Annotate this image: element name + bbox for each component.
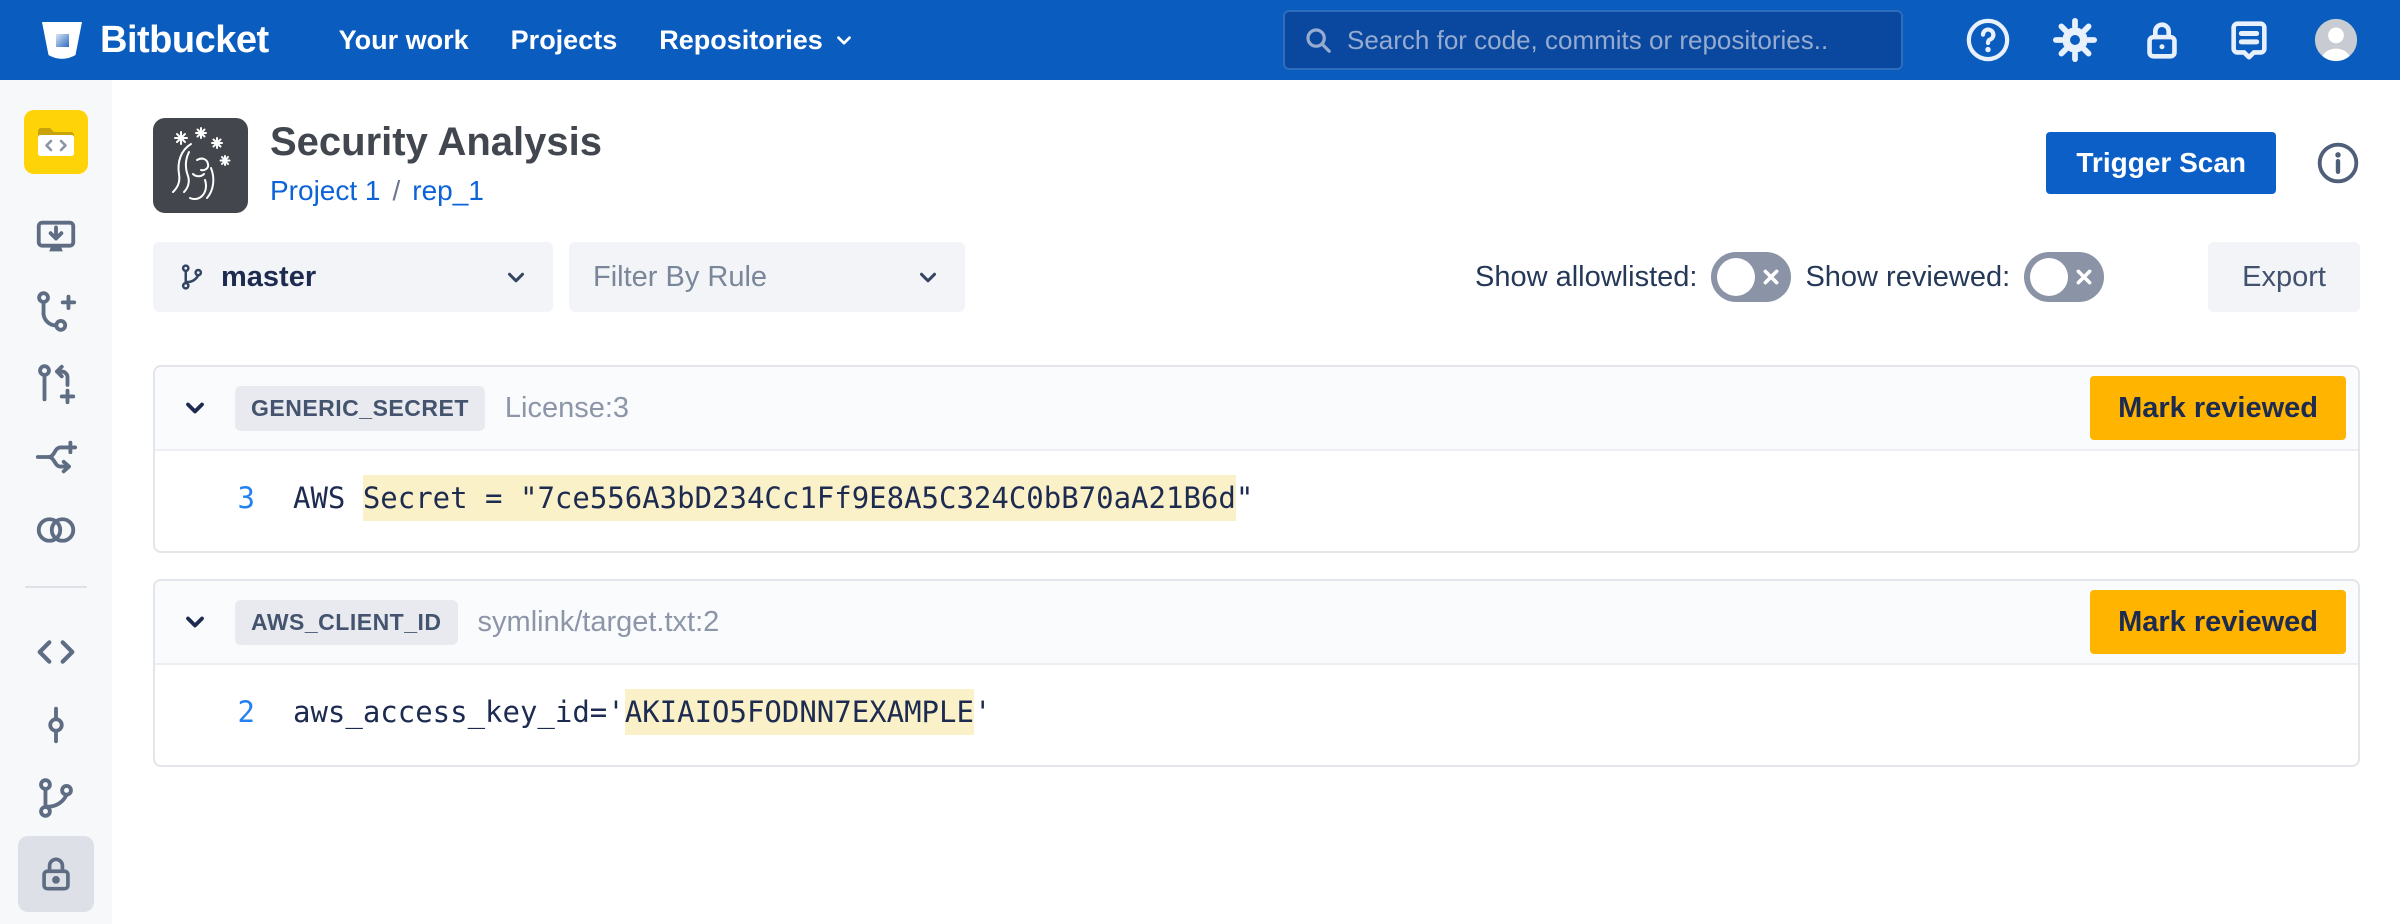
- forks-icon[interactable]: [32, 506, 80, 554]
- rule-filter-placeholder: Filter By Rule: [593, 261, 767, 294]
- finding-location: symlink/target.txt:2: [478, 606, 720, 639]
- info-icon[interactable]: [2316, 141, 2360, 185]
- export-button[interactable]: Export: [2208, 242, 2360, 312]
- branch-selected-value: master: [221, 261, 316, 294]
- show-allowlisted-label: Show allowlisted:: [1475, 261, 1697, 294]
- brand-name: Bitbucket: [100, 19, 269, 62]
- top-nav: Your work Projects Repositories: [339, 25, 855, 56]
- secret-highlight: AKIAIO5FODNN7EXAMPLE: [625, 689, 974, 735]
- chevron-down-icon: [833, 29, 855, 51]
- sidebar-item-security-selected[interactable]: [18, 836, 94, 912]
- compare-icon[interactable]: [32, 433, 80, 481]
- commits-icon[interactable]: [32, 701, 80, 749]
- topbar-actions: [1965, 17, 2359, 63]
- nav-repositories[interactable]: Repositories: [659, 25, 855, 56]
- page-title: Security Analysis: [270, 120, 602, 165]
- toggle-off-x-icon: [2075, 268, 2093, 286]
- breadcrumb: Project 1 / rep_1: [270, 175, 602, 207]
- nav-projects[interactable]: Projects: [511, 25, 618, 56]
- filter-toolbar: master Filter By Rule Show allowlisted: …: [153, 242, 2360, 312]
- help-icon[interactable]: [1965, 17, 2011, 63]
- search-input[interactable]: [1347, 25, 1883, 56]
- changelog-icon[interactable]: [2226, 17, 2272, 63]
- secret-highlight: Secret = "7ce556A3bD234Cc1Ff9E8A5C324C0b…: [363, 475, 1236, 521]
- finding-code-panel: 3 AWS Secret = "7ce556A3bD234Cc1Ff9E8A5C…: [155, 451, 2358, 551]
- code-text: aws_access_key_id='AKIAIO5FODNN7EXAMPLE': [293, 695, 991, 729]
- code-line: 2 aws_access_key_id='AKIAIO5FODNN7EXAMPL…: [155, 695, 2358, 729]
- bitbucket-bucket-icon: [40, 20, 84, 60]
- mark-reviewed-button[interactable]: Mark reviewed: [2090, 590, 2346, 654]
- show-allowlisted-toggle[interactable]: [1711, 252, 1791, 302]
- collapse-chevron-icon[interactable]: [181, 608, 209, 636]
- rule-filter-selector[interactable]: Filter By Rule: [569, 242, 965, 312]
- trigger-scan-button[interactable]: Trigger Scan: [2046, 132, 2276, 194]
- line-number[interactable]: 3: [155, 481, 255, 515]
- code-text: AWS Secret = "7ce556A3bD234Cc1Ff9E8A5C32…: [293, 481, 1253, 515]
- finding-card-header: AWS_CLIENT_ID symlink/target.txt:2 Mark …: [155, 581, 2358, 665]
- branch-icon: [177, 262, 207, 292]
- breadcrumb-project-link[interactable]: Project 1: [270, 175, 381, 207]
- rule-badge: GENERIC_SECRET: [235, 386, 485, 431]
- finding-card: AWS_CLIENT_ID symlink/target.txt:2 Mark …: [153, 579, 2360, 767]
- chevron-down-icon: [503, 264, 529, 290]
- create-pull-request-icon[interactable]: [32, 360, 80, 408]
- toggle-knob: [2030, 258, 2068, 296]
- mark-reviewed-button[interactable]: Mark reviewed: [2090, 376, 2346, 440]
- settings-gear-icon[interactable]: [2052, 17, 2098, 63]
- security-lock-icon: [34, 852, 78, 896]
- user-avatar[interactable]: [2313, 17, 2359, 63]
- line-number[interactable]: 2: [155, 695, 255, 729]
- source-code-icon[interactable]: [32, 628, 80, 676]
- finding-card-header: GENERIC_SECRET License:3 Mark reviewed: [155, 367, 2358, 451]
- show-reviewed-label: Show reviewed:: [1805, 261, 2010, 294]
- finding-card: GENERIC_SECRET License:3 Mark reviewed 3…: [153, 365, 2360, 553]
- security-analysis-page: Security Analysis Project 1 / rep_1 Trig…: [112, 80, 2400, 767]
- toggle-knob: [1717, 258, 1755, 296]
- page-header: Security Analysis Project 1 / rep_1 Trig…: [153, 118, 2360, 213]
- show-reviewed-toggle[interactable]: [2024, 252, 2104, 302]
- collapse-chevron-icon[interactable]: [181, 394, 209, 422]
- create-branch-icon[interactable]: [32, 287, 80, 335]
- folder-code-icon: [35, 124, 77, 160]
- search-icon: [1303, 25, 1333, 55]
- chevron-down-icon: [915, 264, 941, 290]
- global-search[interactable]: [1283, 10, 1903, 70]
- finding-code-panel: 2 aws_access_key_id='AKIAIO5FODNN7EXAMPL…: [155, 665, 2358, 765]
- repo-avatar-art: [153, 118, 248, 213]
- sidebar-divider: [25, 586, 87, 588]
- breadcrumb-separator: /: [393, 175, 401, 207]
- branches-icon[interactable]: [32, 774, 80, 822]
- clone-icon[interactable]: [32, 214, 80, 262]
- rule-badge: AWS_CLIENT_ID: [235, 600, 458, 645]
- admin-lock-icon[interactable]: [2139, 17, 2185, 63]
- toggle-off-x-icon: [1762, 268, 1780, 286]
- finding-location: License:3: [505, 392, 629, 425]
- code-line: 3 AWS Secret = "7ce556A3bD234Cc1Ff9E8A5C…: [155, 481, 2358, 515]
- bitbucket-logo[interactable]: Bitbucket: [40, 19, 269, 62]
- repository-avatar-tile[interactable]: [24, 110, 88, 174]
- repository-sidebar: [0, 80, 112, 924]
- branch-selector[interactable]: master: [153, 242, 553, 312]
- nav-your-work[interactable]: Your work: [339, 25, 469, 56]
- breadcrumb-repo-link[interactable]: rep_1: [412, 175, 484, 207]
- top-navigation-bar: Bitbucket Your work Projects Repositorie…: [0, 0, 2400, 80]
